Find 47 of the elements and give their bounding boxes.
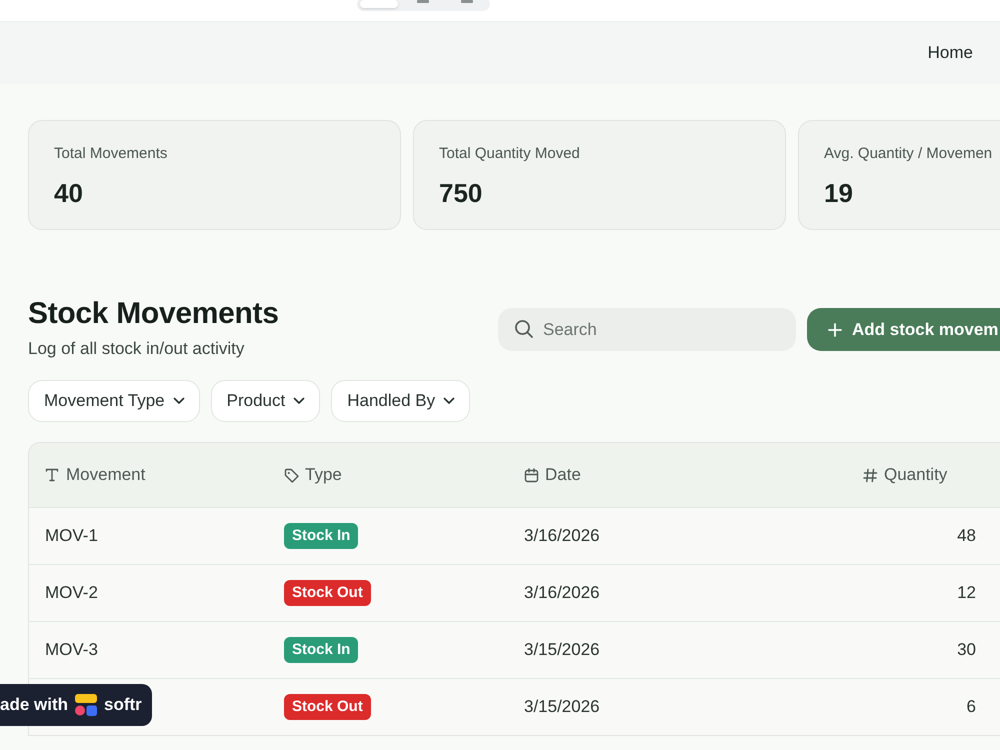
- table-cell-text: 3/16/2026: [524, 582, 600, 604]
- nav-link[interactable]: Home: [928, 40, 973, 66]
- table-cell-text: 3/15/2026: [524, 696, 600, 718]
- plus-icon: [828, 322, 842, 336]
- tag-icon: [284, 468, 299, 482]
- type-tag: Stock In: [284, 523, 358, 549]
- filter-dropdown[interactable]: Movement Type: [28, 380, 200, 422]
- table-cell-text: 3/16/2026: [524, 525, 600, 548]
- made-with-badge[interactable]: ade with softr: [0, 684, 152, 726]
- search-field[interactable]: Search: [498, 308, 796, 351]
- hash-icon: [863, 468, 878, 482]
- table-cell-text: 6: [966, 696, 976, 718]
- table-cell-text: MOV-3: [45, 639, 98, 662]
- column-header[interactable]: Quantity: [884, 462, 948, 488]
- column-header[interactable]: Movement: [66, 462, 146, 488]
- section-subtitle: Log of all stock in/out activity: [28, 338, 244, 360]
- type-tag: Stock Out: [284, 580, 371, 606]
- search-icon: [514, 319, 534, 339]
- stat-label: Total Movements: [54, 144, 168, 164]
- toggle-segment[interactable]: [360, 0, 398, 8]
- device-icon: [416, 0, 430, 4]
- table-cell-text: 12: [957, 582, 976, 604]
- table-cell-text: 30: [957, 639, 976, 662]
- device-icon: [460, 0, 474, 4]
- section-title: Stock Movements: [28, 296, 279, 332]
- type-tag: Stock Out: [284, 694, 371, 720]
- logo-icon: [75, 694, 98, 716]
- stat-value: 19: [824, 177, 853, 209]
- filter-dropdown[interactable]: Handled By: [331, 380, 470, 422]
- filter-dropdown[interactable]: Product: [210, 380, 320, 422]
- table-cell-text: 3/15/2026: [524, 639, 600, 662]
- stat-value: 40: [54, 177, 83, 209]
- chevron-down-icon: [443, 397, 456, 405]
- stat-label: Avg. Quantity / Movemen: [824, 144, 992, 164]
- stat-value: 750: [439, 177, 482, 209]
- stat-label: Total Quantity Moved: [439, 144, 580, 164]
- table-cell-text: MOV-2: [45, 582, 98, 604]
- text-type-icon: [45, 468, 60, 482]
- column-header[interactable]: Type: [305, 462, 342, 488]
- add-button[interactable]: Add stock movem: [807, 308, 1000, 351]
- table-cell-text: 48: [957, 525, 976, 548]
- table-cell-text: MOV-1: [45, 525, 98, 548]
- chevron-down-icon: [293, 397, 306, 405]
- type-tag: Stock In: [284, 637, 358, 663]
- calendar-icon: [524, 468, 539, 482]
- column-header[interactable]: Date: [545, 462, 581, 488]
- chevron-down-icon: [172, 397, 185, 405]
